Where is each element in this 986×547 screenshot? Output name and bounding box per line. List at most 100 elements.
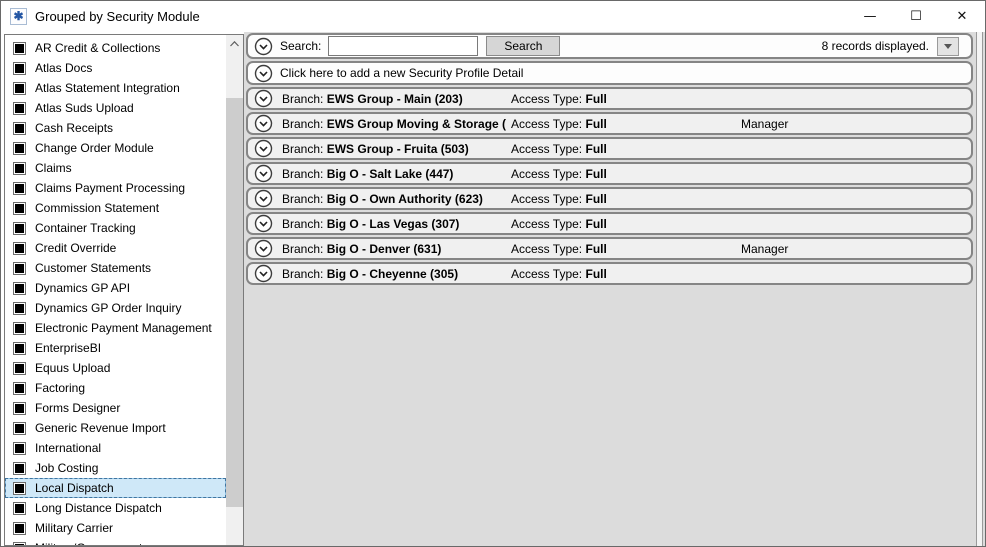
module-checkbox-icon (13, 481, 26, 495)
access-type-cell: Access Type: Full (511, 241, 607, 256)
module-checkbox-icon (13, 281, 26, 295)
sidebar-item-label: Generic Revenue Import (35, 421, 166, 435)
sidebar-item-label: Local Dispatch (35, 481, 114, 495)
row-expand-button[interactable] (254, 139, 273, 158)
maximize-button[interactable]: ☐ (893, 1, 939, 31)
sidebar-item-label: AR Credit & Collections (35, 41, 161, 55)
add-collapse-button[interactable] (254, 64, 273, 83)
security-profile-row[interactable]: Branch: Big O - Denver (631) Access Type… (246, 237, 973, 260)
sidebar-item-label: Commission Statement (35, 201, 160, 215)
access-type-cell: Access Type: Full (511, 266, 607, 281)
module-checkbox-icon (13, 381, 26, 395)
security-profile-row[interactable]: Branch: EWS Group - Fruita (503) Access … (246, 137, 973, 160)
caret-down-icon (944, 43, 952, 49)
module-listbox: AR Credit & Collections Atlas Docs Atlas… (4, 34, 244, 546)
module-checkbox-icon (13, 81, 26, 95)
module-checkbox-icon (13, 261, 26, 275)
sidebar-item[interactable]: Military/Government (5, 538, 226, 545)
sidebar-item[interactable]: Cash Receipts (5, 118, 226, 138)
module-checkbox-icon (13, 61, 26, 75)
row-expand-button[interactable] (254, 114, 273, 133)
search-input[interactable] (328, 36, 479, 56)
module-checkbox-icon (13, 361, 26, 375)
module-checkbox-icon (13, 541, 26, 545)
panel-scrollbar-track[interactable] (976, 32, 983, 546)
sidebar-item[interactable]: Factoring (5, 378, 226, 398)
row-expand-button[interactable] (254, 264, 273, 283)
sidebar-item[interactable]: Dynamics GP Order Inquiry (5, 298, 226, 318)
branch-cell: Branch: Big O - Denver (631) (282, 241, 442, 256)
security-profile-row[interactable]: Branch: Big O - Own Authority (623) Acce… (246, 187, 973, 210)
security-profile-row[interactable]: Branch: EWS Group - Main (203) Access Ty… (246, 87, 973, 110)
module-checkbox-icon (13, 401, 26, 415)
module-checkbox-icon (13, 241, 26, 255)
row-expand-button[interactable] (254, 89, 273, 108)
security-profile-row[interactable]: Branch: Big O - Cheyenne (305) Access Ty… (246, 262, 973, 285)
sidebar-item[interactable]: Atlas Statement Integration (5, 78, 226, 98)
sidebar-item[interactable]: Commission Statement (5, 198, 226, 218)
add-detail-label: Click here to add a new Security Profile… (280, 66, 524, 80)
sidebar-item-label: Long Distance Dispatch (35, 501, 162, 515)
module-checkbox-icon (13, 301, 26, 315)
sidebar-item-label: Credit Override (35, 241, 117, 255)
sidebar-item[interactable]: International (5, 438, 226, 458)
sidebar-item[interactable]: EnterpriseBI (5, 338, 226, 358)
sidebar-item[interactable]: Job Costing (5, 458, 226, 478)
sidebar-item[interactable]: Claims (5, 158, 226, 178)
close-button[interactable]: ✕ (939, 1, 985, 31)
window-title: Grouped by Security Module (35, 8, 200, 24)
access-type-cell: Access Type: Full (511, 166, 607, 181)
scroll-up-icon[interactable] (226, 35, 243, 52)
sidebar-item[interactable]: Claims Payment Processing (5, 178, 226, 198)
module-list: AR Credit & Collections Atlas Docs Atlas… (5, 35, 226, 545)
sidebar-item[interactable]: Credit Override (5, 238, 226, 258)
sidebar-item[interactable]: Container Tracking (5, 218, 226, 238)
sidebar-item[interactable]: Electronic Payment Management (5, 318, 226, 338)
sidebar-item[interactable]: Atlas Docs (5, 58, 226, 78)
row-expand-button[interactable] (254, 214, 273, 233)
records-count: 8 records displayed. (821, 39, 929, 53)
sidebar-item-label: Change Order Module (35, 141, 154, 155)
sidebar-item[interactable]: Military Carrier (5, 518, 226, 538)
rows-container: Search: Search 8 records displayed. Clic… (246, 33, 973, 285)
security-profile-row[interactable]: Branch: Big O - Salt Lake (447) Access T… (246, 162, 973, 185)
search-collapse-button[interactable] (254, 37, 273, 56)
sidebar-item[interactable]: Equus Upload (5, 358, 226, 378)
module-checkbox-icon (13, 521, 26, 535)
sidebar-item[interactable]: Atlas Suds Upload (5, 98, 226, 118)
row-expand-button[interactable] (254, 189, 273, 208)
module-checkbox-icon (13, 121, 26, 135)
module-checkbox-icon (13, 321, 26, 335)
sidebar-item[interactable]: Forms Designer (5, 398, 226, 418)
module-checkbox-icon (13, 341, 26, 355)
sidebar-item[interactable]: Dynamics GP API (5, 278, 226, 298)
records-dropdown-button[interactable] (937, 36, 959, 56)
sidebar-item[interactable]: Long Distance Dispatch (5, 498, 226, 518)
sidebar-scrollbar[interactable] (226, 35, 243, 545)
sidebar-item-label: Atlas Suds Upload (35, 101, 134, 115)
module-checkbox-icon (13, 501, 26, 515)
security-profile-row[interactable]: Branch: Big O - Las Vegas (307) Access T… (246, 212, 973, 235)
sidebar-item-label: Claims (35, 161, 72, 175)
sidebar-item-label: Forms Designer (35, 401, 121, 415)
branch-cell: Branch: Big O - Own Authority (623) (282, 191, 483, 206)
row-expand-button[interactable] (254, 239, 273, 258)
add-detail-row[interactable]: Click here to add a new Security Profile… (246, 61, 973, 85)
sidebar-item-label: Dynamics GP Order Inquiry (35, 301, 182, 315)
sidebar-item[interactable]: Generic Revenue Import (5, 418, 226, 438)
minimize-button[interactable]: — (847, 1, 893, 31)
scrollbar-thumb[interactable] (226, 98, 243, 507)
sidebar-item-label: Factoring (35, 381, 86, 395)
sidebar-item[interactable]: Change Order Module (5, 138, 226, 158)
sidebar-item-label: Claims Payment Processing (35, 181, 186, 195)
module-checkbox-icon (13, 421, 26, 435)
sidebar-item[interactable]: AR Credit & Collections (5, 38, 226, 58)
access-type-cell: Access Type: Full (511, 216, 607, 231)
row-expand-button[interactable] (254, 164, 273, 183)
search-row: Search: Search 8 records displayed. (246, 33, 973, 59)
sidebar-item[interactable]: Local Dispatch (5, 478, 226, 498)
search-button[interactable]: Search (486, 36, 561, 56)
sidebar-item-label: Military Carrier (35, 521, 113, 535)
security-profile-row[interactable]: Branch: EWS Group Moving & Storage ( Acc… (246, 112, 973, 135)
sidebar-item[interactable]: Customer Statements (5, 258, 226, 278)
